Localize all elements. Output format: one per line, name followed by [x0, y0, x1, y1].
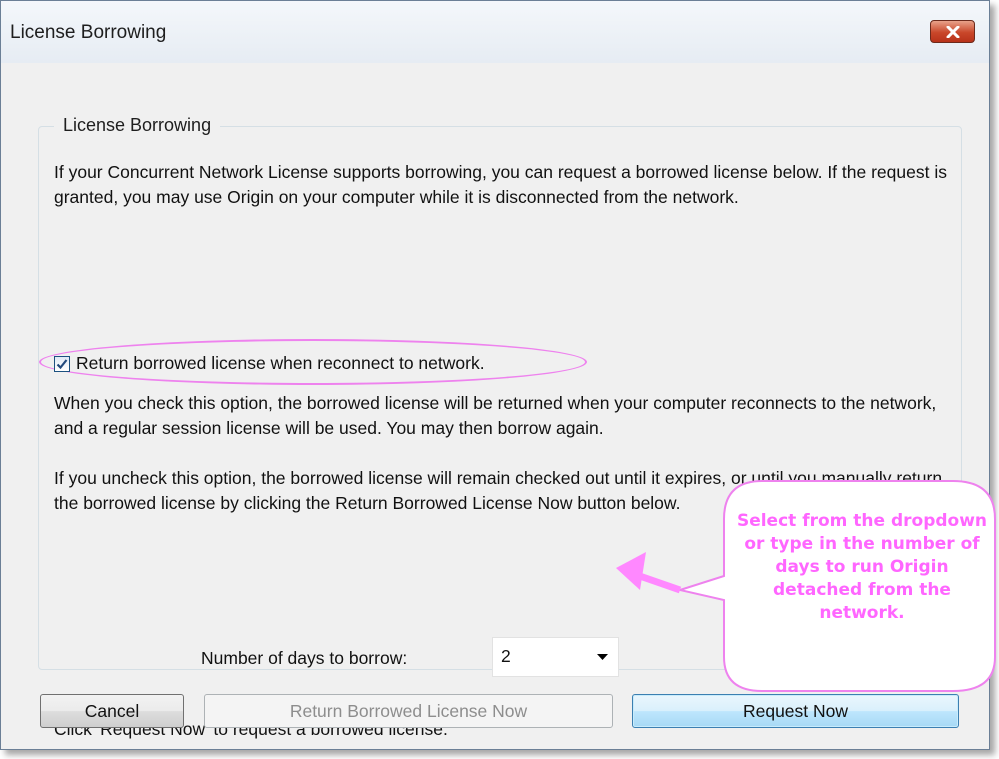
unchecked-option-description: If you uncheck this option, the borrowed… [54, 468, 943, 513]
close-icon [946, 25, 959, 38]
request-now-button[interactable]: Request Now [632, 694, 959, 728]
return-on-reconnect-label: Return borrowed license when reconnect t… [76, 353, 485, 373]
close-button[interactable] [930, 20, 975, 43]
chevron-down-icon[interactable] [597, 654, 608, 661]
intro-text: If your Concurrent Network License suppo… [54, 162, 947, 207]
return-on-reconnect-option[interactable]: Return borrowed license when reconnect t… [54, 353, 485, 374]
checked-option-description: When you check this option, the borrowed… [54, 393, 937, 438]
cancel-button[interactable]: Cancel [40, 694, 184, 728]
group-title: License Borrowing [54, 115, 221, 136]
days-to-borrow-label: Number of days to borrow: [201, 648, 408, 668]
window-title: License Borrowing [10, 22, 167, 43]
return-on-reconnect-checkbox[interactable] [54, 355, 70, 372]
dialog-window: License Borrowing License Borrowing If y… [0, 0, 990, 750]
days-to-borrow-combobox[interactable]: 2 [492, 637, 619, 677]
title-bar: License Borrowing [1, 1, 989, 64]
annotation-callout-text: Select from the dropdown or type in the … [736, 511, 988, 623]
dialog-body: License Borrowing If your Concurrent Net… [1, 63, 989, 749]
checkmark-icon [56, 358, 68, 369]
days-to-borrow-value[interactable]: 2 [501, 646, 511, 667]
return-borrowed-license-button[interactable]: Return Borrowed License Now [204, 694, 613, 728]
